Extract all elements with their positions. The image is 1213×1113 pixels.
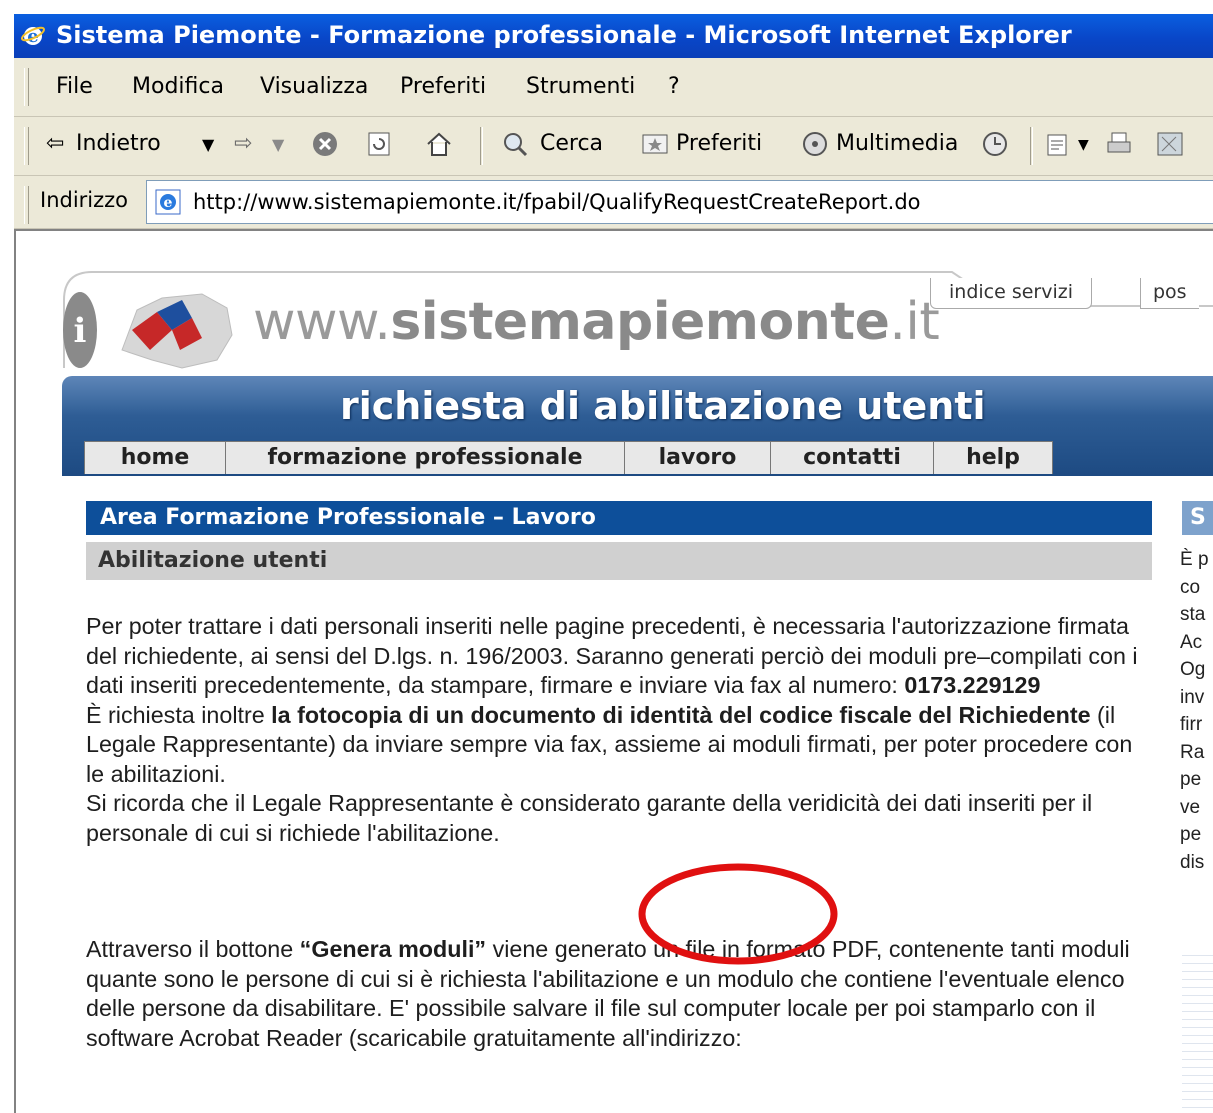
fax-number: 0173.229129: [904, 672, 1041, 698]
right-panel-title: S: [1182, 501, 1213, 535]
multimedia-button[interactable]: Multimedia: [836, 131, 958, 156]
favorites-icon[interactable]: [640, 129, 670, 159]
menu-preferiti[interactable]: Preferiti: [400, 74, 486, 99]
section-title-bar: Area Formazione Professionale – Lavoro: [86, 501, 1152, 535]
menu-modifica[interactable]: Modifica: [132, 74, 224, 99]
genera-moduli-reference: “Genera moduli”: [299, 936, 487, 962]
mail-icon[interactable]: [1044, 129, 1074, 159]
banner-title: richiesta di abilitazione utenti: [340, 384, 986, 428]
address-label: Indirizzo: [40, 188, 129, 212]
standard-toolbar: ⇦ Indietro ▼ ⇨ ▼ Cerca Preferiti Multime…: [14, 117, 1213, 176]
toolbar-grip: [24, 127, 29, 165]
toolbar-separator: [480, 127, 483, 165]
nav-home[interactable]: home: [84, 441, 226, 474]
nav-help[interactable]: help: [933, 441, 1053, 474]
menu-bar: File Modifica Visualizza Preferiti Strum…: [14, 58, 1213, 117]
refresh-icon[interactable]: [364, 129, 394, 159]
search-button[interactable]: Cerca: [540, 131, 603, 156]
back-button[interactable]: Indietro: [76, 131, 161, 156]
nav-formazione-professionale[interactable]: formazione professionale: [225, 441, 625, 474]
back-dropdown-icon[interactable]: ▼: [202, 135, 214, 154]
toolbar-grip: [24, 68, 29, 106]
forward-arrow-icon[interactable]: ⇨: [234, 131, 252, 156]
multimedia-icon[interactable]: [800, 129, 830, 159]
back-arrow-icon[interactable]: ⇦: [46, 131, 64, 156]
body-paragraph-1: Per poter trattare i dati personali inse…: [86, 613, 1138, 846]
section-title: Area Formazione Professionale – Lavoro: [100, 505, 596, 530]
piemonte-logo: i: [63, 292, 233, 369]
search-icon[interactable]: [500, 129, 530, 159]
address-bar: Indirizzo e http://www.sistemapiemonte.i…: [14, 176, 1213, 229]
id-document-requirement: la fotocopia di un documento di identità…: [271, 701, 1091, 728]
site-name: www.sistemapiemonte.it: [253, 292, 940, 352]
right-panel-text: È p co sta Ac Og inv firr Ra pe ve pe dis: [1180, 549, 1209, 873]
right-panel-lined-box: [1182, 948, 1213, 1111]
nav-lavoro[interactable]: lavoro: [624, 441, 771, 474]
window-title-bar[interactable]: e Sistema Piemonte - Formazione professi…: [14, 14, 1213, 58]
stop-icon[interactable]: [310, 129, 340, 159]
menu-strumenti[interactable]: Strumenti: [526, 74, 635, 99]
menu-visualizza[interactable]: Visualizza: [260, 74, 368, 99]
mail-dropdown-icon[interactable]: ▼: [1078, 137, 1089, 153]
address-input[interactable]: e http://www.sistemapiemonte.it/fpabil/Q…: [146, 180, 1213, 224]
history-icon[interactable]: [980, 129, 1010, 159]
toolbar-grip: [24, 186, 29, 224]
internet-explorer-icon: e: [20, 26, 46, 47]
menu-file[interactable]: File: [56, 74, 93, 99]
red-annotation-ellipse: [638, 863, 838, 965]
toolbar-separator: [1030, 127, 1033, 165]
print-icon[interactable]: [1104, 129, 1134, 159]
subsection-title-bar: Abilitazione utenti: [86, 542, 1152, 580]
edit-icon[interactable]: [1154, 129, 1184, 159]
tab-indice-servizi[interactable]: indice servizi: [930, 278, 1093, 309]
svg-text:i: i: [74, 311, 87, 351]
forward-dropdown-icon[interactable]: ▼: [272, 135, 284, 154]
subsection-title: Abilitazione utenti: [98, 548, 328, 573]
page-icon: e: [155, 189, 181, 215]
menu-help[interactable]: ?: [668, 74, 680, 99]
favorites-button[interactable]: Preferiti: [676, 131, 762, 156]
main-nav: home formazione professionale lavoro con…: [84, 441, 1053, 475]
body-paragraph-2: Attraverso il bottone “Genera moduli” vi…: [86, 936, 1130, 1051]
address-url: http://www.sistemapiemonte.it/fpabil/Qua…: [193, 190, 921, 214]
tab-post[interactable]: pos: [1140, 278, 1199, 309]
nav-contatti[interactable]: contatti: [770, 441, 934, 474]
window-title: Sistema Piemonte - Formazione profession…: [56, 21, 1072, 49]
svg-text:e: e: [164, 195, 173, 211]
home-icon[interactable]: [424, 129, 454, 159]
